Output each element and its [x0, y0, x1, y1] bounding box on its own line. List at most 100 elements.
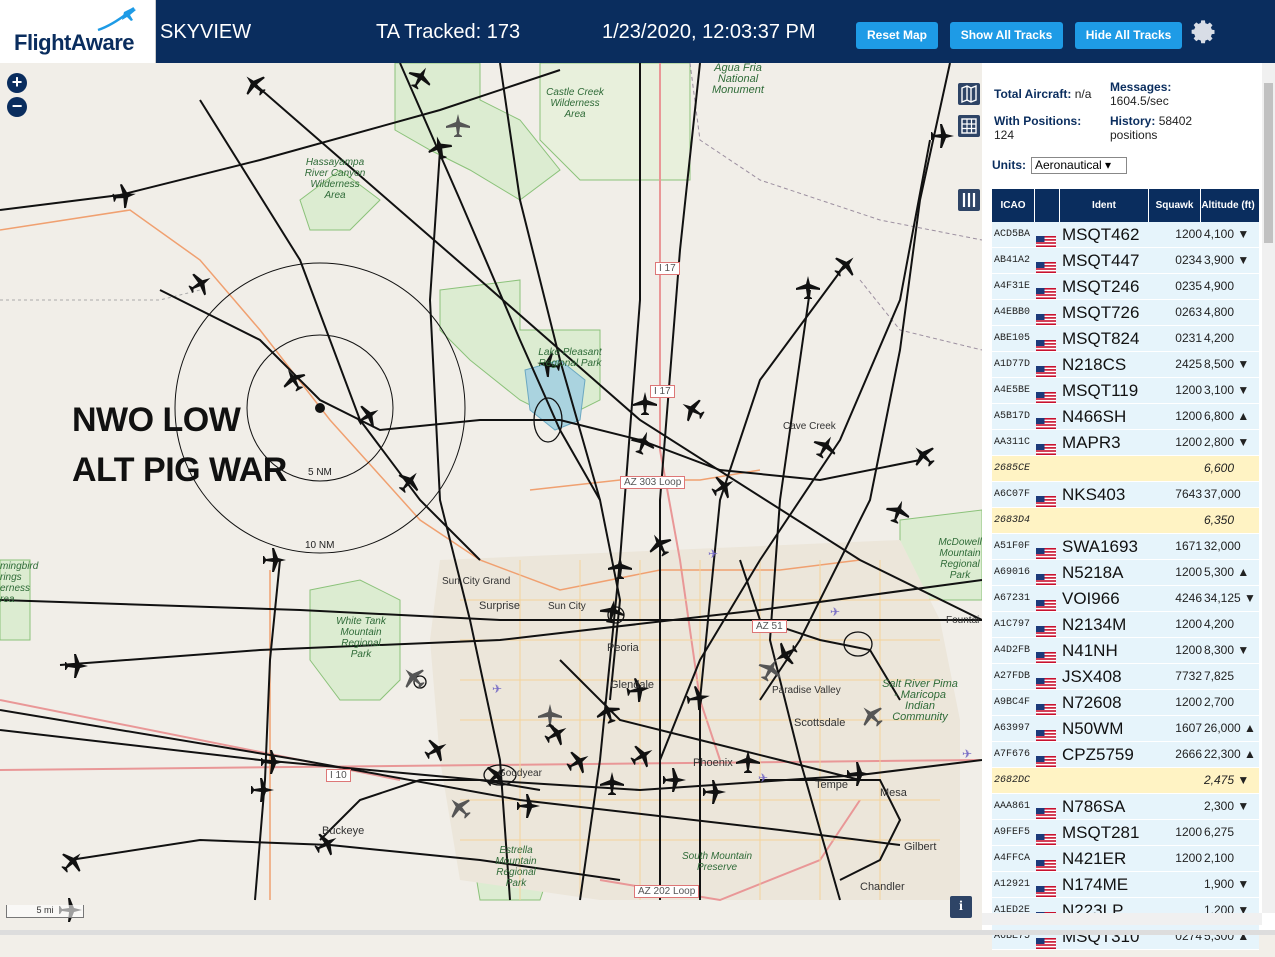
cell-altitude: 2,100: [1204, 851, 1235, 865]
town-chandler: Chandler: [860, 881, 905, 893]
map-icon: [961, 84, 977, 104]
cell-ident: MAPR3: [1062, 433, 1121, 452]
stat-messages-label: Messages:: [1110, 80, 1172, 94]
units-select[interactable]: Aeronautical ▾: [1031, 157, 1127, 174]
cell-altitude: 6,800 ▲: [1204, 409, 1250, 423]
town-paradise-valley: Paradise Valley: [772, 685, 841, 696]
cell-icao: A5B17D: [994, 411, 1031, 422]
stat-total-aircraft: Total Aircraft: n/a: [994, 87, 1091, 101]
cell-squawk: 0234: [1175, 253, 1202, 267]
table-row[interactable]: A69016 N5218A 1200 5,300 ▲: [992, 560, 1259, 586]
cell-ident: VOI966: [1062, 589, 1120, 608]
table-row[interactable]: A9BC4F N72608 1200 2,700: [992, 690, 1259, 716]
table-row[interactable]: A6C07F NKS403 7643 37,000: [992, 482, 1259, 508]
zoom-in-button[interactable]: +: [7, 73, 27, 93]
cell-icao: A63997: [994, 723, 1031, 734]
cell-altitude: 4,800: [1204, 305, 1235, 319]
table-row[interactable]: A27FDB JSX408 7732 7,825: [992, 664, 1259, 690]
window-bottom-edge: [0, 930, 1275, 935]
datetime-display: 1/23/2020, 12:03:37 PM: [602, 21, 816, 43]
table-row[interactable]: A4D2FB N41NH 1200 8,300 ▼: [992, 638, 1259, 664]
cell-ident: N50WM: [1062, 719, 1124, 738]
table-row[interactable]: ACD5BA MSQT462 1200 4,100 ▼: [992, 222, 1259, 248]
panel-vertical-scrollbar[interactable]: [1262, 63, 1275, 913]
park-label-south-mountain: South Mountain Preserve: [681, 851, 753, 873]
hide-all-tracks-button[interactable]: Hide All Tracks: [1075, 22, 1182, 49]
cell-ident: N72608: [1062, 693, 1122, 712]
table-row[interactable]: A7F676 CPZ5759 2666 22,300 ▲: [992, 742, 1259, 768]
grid-toggle-button[interactable]: [958, 115, 980, 137]
table-row[interactable]: AB41A2 MSQT447 0234 3,900 ▼: [992, 248, 1259, 274]
table-row[interactable]: A4EBB0 MSQT726 0263 4,800: [992, 300, 1259, 326]
map-view[interactable]: ✈ ✈ ✈ ✈ ✈ + − NWO LOW ALT PIG WAR 5 NM 1…: [0, 63, 982, 930]
cell-altitude: 5,300 ▲: [1204, 565, 1250, 579]
us-flag-icon: [1036, 542, 1056, 559]
cell-altitude: 2,800 ▼: [1204, 435, 1250, 449]
us-flag-icon: [1036, 880, 1056, 897]
app-header: FlightAware SKYVIEW TA Tracked: 173 1/23…: [0, 0, 1275, 63]
table-row[interactable]: A4FFCA N421ER 1200 2,100: [992, 846, 1259, 872]
scroll-thumb[interactable]: [1264, 83, 1273, 243]
cell-squawk: 0263: [1175, 305, 1202, 319]
park-label-hummingbird: mingbird rings erness rea: [0, 561, 39, 605]
cell-icao: A4F31E: [994, 281, 1031, 292]
cell-altitude: 3,900 ▼: [1204, 253, 1250, 267]
panel-horizontal-scrollbar[interactable]: [982, 913, 1262, 925]
table-row[interactable]: 2685CE 6,600: [992, 456, 1259, 482]
us-flag-icon: [1036, 594, 1056, 611]
cell-squawk: [1150, 508, 1202, 533]
us-flag-icon: [1036, 620, 1056, 637]
table-row[interactable]: ABE105 MSQT824 0231 4,200: [992, 326, 1259, 352]
table-row[interactable]: 2682DC 2,475 ▼: [992, 768, 1259, 794]
cell-ident: N218CS: [1062, 355, 1127, 374]
table-row[interactable]: A63997 N50WM 1607 26,000 ▲: [992, 716, 1259, 742]
map-canvas[interactable]: ✈ ✈ ✈ ✈ ✈: [0, 63, 982, 930]
cell-altitude: 8,300 ▼: [1204, 643, 1250, 657]
reset-map-button[interactable]: Reset Map: [856, 22, 938, 49]
col-header-flag[interactable]: [1035, 189, 1060, 222]
col-header-altitude[interactable]: Altitude (ft): [1201, 189, 1255, 222]
table-row[interactable]: AAA861 N786SA 2,300 ▼: [992, 794, 1259, 820]
gear-icon[interactable]: [1190, 18, 1218, 46]
cell-squawk: 1200: [1175, 227, 1202, 241]
cell-ident: N2134M: [1062, 615, 1127, 634]
table-row[interactable]: A6BE75 MSQT310 0274 5,300 ▲: [992, 924, 1259, 950]
cell-squawk: 1200: [1175, 851, 1202, 865]
table-row[interactable]: A9FEF5 MSQT281 1200 6,275: [992, 820, 1259, 846]
table-row[interactable]: 2683D4 6,350: [992, 508, 1259, 534]
us-flag-icon: [1036, 412, 1056, 429]
table-row[interactable]: A51F0F SWA1693 1671 32,000: [992, 534, 1259, 560]
map-layer-button[interactable]: [958, 83, 980, 105]
town-goodyear: Goodyear: [498, 768, 542, 779]
col-header-ident[interactable]: Ident: [1060, 189, 1149, 222]
svg-text:✈: ✈: [962, 747, 972, 761]
table-row[interactable]: A67231 VOI966 4246 34,125 ▼: [992, 586, 1259, 612]
svg-text:✈: ✈: [708, 547, 718, 561]
table-row[interactable]: A4E5BE MSQT119 1200 3,100 ▼: [992, 378, 1259, 404]
town-peoria: Peoria: [607, 642, 639, 654]
grid-icon: [961, 118, 977, 134]
flightaware-logo[interactable]: FlightAware: [0, 0, 156, 63]
col-header-icao[interactable]: ICAO: [992, 189, 1035, 222]
table-row[interactable]: A5B17D N466SH 1200 6,800 ▲: [992, 404, 1259, 430]
show-all-tracks-button[interactable]: Show All Tracks: [950, 22, 1063, 49]
col-header-squawk[interactable]: Squawk: [1149, 189, 1201, 222]
cell-altitude: 5,300 ▲: [1204, 929, 1250, 943]
columns-toggle-button[interactable]: [958, 189, 980, 211]
info-button[interactable]: i: [950, 896, 972, 918]
table-row[interactable]: A12921 N174ME 1,900 ▼: [992, 872, 1259, 898]
table-row[interactable]: A4F31E MSQT246 0235 4,900: [992, 274, 1259, 300]
zoom-out-button[interactable]: −: [7, 97, 27, 117]
park-label-mcdowell: McDowell Mountain Regional Park: [938, 537, 982, 581]
table-row[interactable]: A1C797 N2134M 1200 4,200: [992, 612, 1259, 638]
cell-ident: N466SH: [1062, 407, 1127, 426]
receiver-marker: [315, 403, 325, 413]
cell-altitude: 32,000: [1204, 539, 1241, 553]
us-flag-icon: [1036, 386, 1056, 403]
app-title: SKYVIEW: [160, 21, 252, 43]
table-row[interactable]: AA311C MAPR3 1200 2,800 ▼: [992, 430, 1259, 456]
table-row[interactable]: A1D77D N218CS 2425 8,500 ▼: [992, 352, 1259, 378]
cell-squawk: 1200: [1175, 617, 1202, 631]
us-flag-icon: [1036, 646, 1056, 663]
overlay-line-1: NWO LOW: [72, 401, 241, 439]
